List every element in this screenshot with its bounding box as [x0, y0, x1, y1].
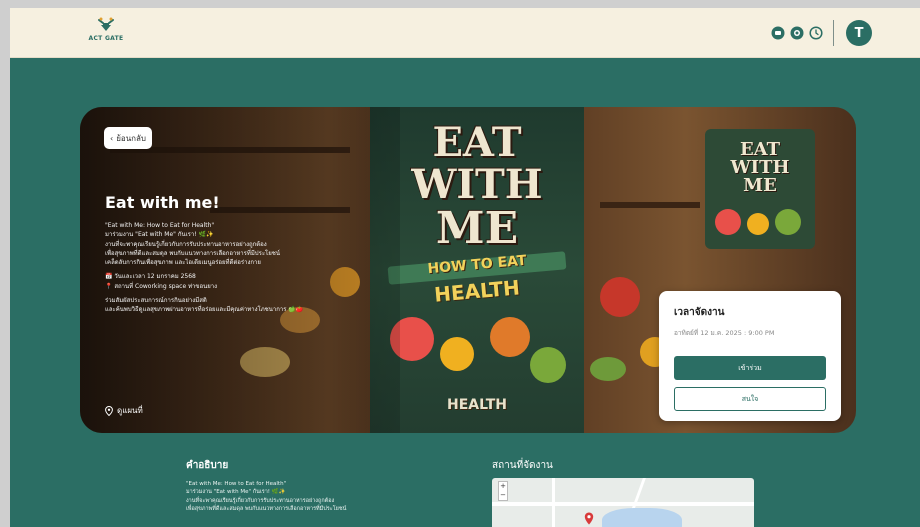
event-hero: EAT WITH ME HOW TO EAT HEALTH HEALTH EAT… — [80, 107, 856, 433]
description-line: งานที่จะพาคุณเรียนรู้เกี่ยวกับการรับประท… — [186, 497, 335, 504]
topbar-divider — [833, 20, 834, 46]
map-pin-icon — [584, 512, 594, 525]
event-datetime: อาทิตย์ที่ 12 ม.ค. 2025 : 9:00 PM — [674, 329, 775, 337]
chevron-left-icon: ‹ — [110, 133, 114, 143]
poster-fruit — [530, 347, 566, 383]
event-intro-text: "Eat with Me: How to Eat for Health" มาร… — [105, 222, 280, 267]
event-time-card: เวลาจัดงาน อาทิตย์ที่ 12 ม.ค. 2025 : 9:0… — [659, 291, 841, 421]
interested-button[interactable]: สนใจ — [674, 387, 826, 411]
zoom-in-button[interactable]: + — [499, 482, 507, 491]
event-title: Eat with me! — [105, 193, 220, 212]
venue-heading: สถานที่จัดงาน — [492, 460, 553, 471]
logo-text: ACT GATE — [88, 35, 124, 42]
location-pin-icon — [105, 405, 113, 416]
map-zoom-controls: + − — [498, 481, 508, 501]
zoom-out-button[interactable]: − — [499, 491, 507, 500]
poster-fruit — [440, 337, 474, 371]
poster-word-with: WITH — [411, 161, 543, 208]
chat-icon[interactable] — [770, 26, 785, 41]
event-poster: EAT WITH ME HOW TO EAT HEALTH HEALTH — [370, 107, 584, 433]
user-avatar[interactable]: T — [846, 20, 872, 46]
map-road — [492, 502, 754, 506]
description-section: คำอธิบาย "Eat with Me: How to Eat for He… — [186, 458, 426, 513]
bg-food — [600, 277, 640, 317]
description-line: เพื่อสุขภาพที่ดีและสมดุล พบกับแนวทางการเ… — [186, 505, 347, 512]
mini-poster: EAT WITH ME — [705, 129, 815, 249]
mini-poster-fruit — [775, 209, 801, 235]
event-date-location-text: 📅 วันและเวลา 12 มกราคม 2568 📍 สถานที่ Co… — [105, 273, 218, 290]
top-navbar: ACT GATE T — [10, 8, 920, 58]
event-short-description: "Eat with Me: How to Eat for Health" มาร… — [105, 221, 320, 320]
back-button[interactable]: ‹ ย้อนกลับ — [104, 127, 152, 149]
bg-shelf — [600, 202, 700, 208]
description-heading: คำอธิบาย — [186, 460, 229, 471]
clock-icon[interactable] — [808, 26, 823, 41]
back-button-label: ย้อนกลับ — [116, 133, 146, 143]
poster-footer-health: HEALTH — [447, 397, 507, 413]
logo-icon — [98, 17, 114, 31]
view-map-link[interactable]: ดูแผนที่ — [105, 404, 143, 417]
event-invite-text: ร่วมสัมผัสประสบการณ์การกินอย่างมีสติ และ… — [105, 297, 304, 314]
description-body: "Eat with Me: How to Eat for Health" มาร… — [186, 480, 426, 513]
poster-fruit — [490, 317, 530, 357]
description-line: "Eat with Me: How to Eat for Health" — [186, 481, 287, 487]
description-line: มาร่วมงาน "Eat with Me" กันเรา! 🌿✨ — [186, 489, 286, 496]
top-icons-group: T — [770, 20, 872, 46]
map-water — [602, 508, 682, 527]
mini-poster-me: ME — [743, 175, 777, 196]
event-time-heading: เวลาจัดงาน — [674, 307, 725, 318]
mini-poster-fruit — [715, 209, 741, 235]
venue-map[interactable]: + − — [492, 478, 754, 527]
bg-food — [590, 357, 626, 381]
join-button[interactable]: เข้าร่วม — [674, 356, 826, 380]
page-frame: ACT GATE T EAT WITH ME HOW TO EAT HEALTH… — [10, 8, 920, 527]
mini-poster-fruit — [747, 213, 769, 235]
poster-word-eat: EAT — [432, 119, 522, 166]
act-gate-logo[interactable]: ACT GATE — [86, 17, 126, 42]
badge-icon[interactable] — [789, 26, 804, 41]
map-road — [552, 478, 555, 527]
venue-section: สถานที่จัดงาน + − — [492, 458, 754, 527]
view-map-label: ดูแผนที่ — [117, 406, 143, 415]
poster-word-me: ME — [435, 203, 519, 254]
